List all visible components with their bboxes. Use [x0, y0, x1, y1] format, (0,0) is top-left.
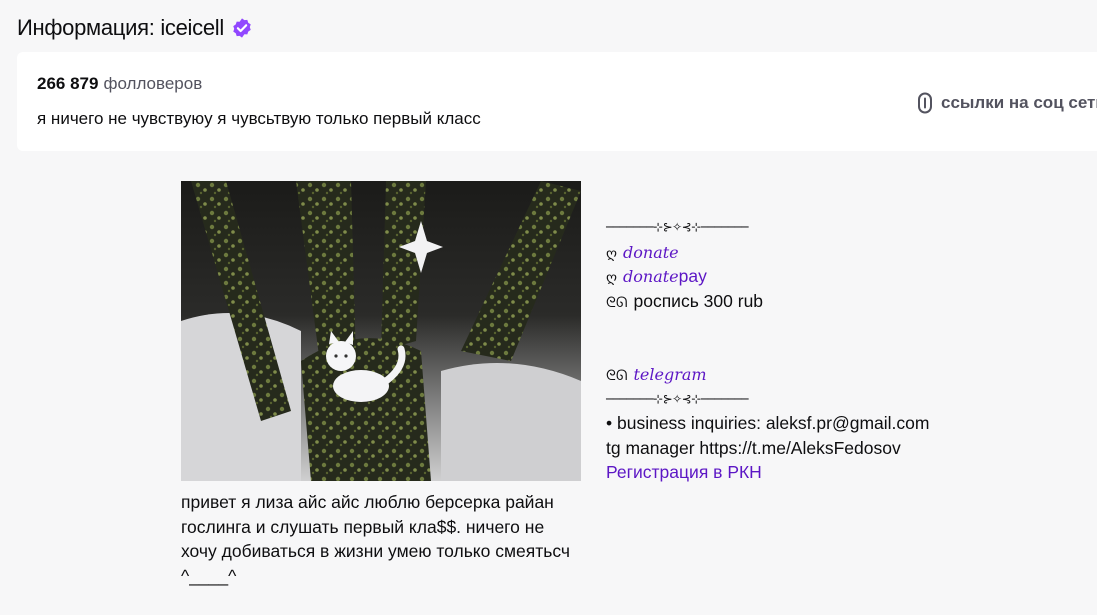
donate-link[interactable]: donate	[623, 243, 679, 262]
followers-count: 266 879 фолловеров	[37, 74, 202, 94]
verified-badge-icon	[233, 18, 251, 38]
rkn-registration-link[interactable]: Регистрация в РКН	[606, 462, 762, 482]
heart-glyph-icon: ღ	[606, 270, 618, 286]
channel-bio: я ничего не чувствуюу я чувсьтвую только…	[37, 109, 481, 128]
social-links-label: ссылки на соц сети	[941, 93, 1097, 112]
snow-cat-tree-photo	[181, 181, 581, 481]
telegram-link[interactable]: telegram	[633, 365, 706, 384]
social-links-button[interactable]: ссылки на соц сети	[917, 92, 1097, 114]
divider-bottom: ───────⊹⊱✧⊰⊹───────	[606, 391, 748, 406]
telegram-line: ᘓᘏ telegram	[606, 362, 1086, 387]
panel-image[interactable]	[181, 181, 581, 481]
donatepay-prefix: donate	[623, 267, 679, 286]
signature-line: ᘓᘏ роспись 300 rub	[606, 289, 1086, 314]
rkn-line: Регистрация в РКН	[606, 460, 1086, 485]
followers-number: 266 879	[37, 74, 99, 93]
business-inquiries: • business inquiries: aleksf.pr@gmail.co…	[606, 413, 930, 433]
links-panel: ───────⊹⊱✧⊰⊹─────── ღ donate ღ donatepay ᘓ…	[606, 215, 1086, 485]
channel-info-card: 266 879 фолловеров я ничего не чувствуюу …	[17, 52, 1097, 151]
followers-label: фолловеров	[103, 74, 203, 93]
donate-line: ღ donate	[606, 240, 1086, 265]
donatepay-line: ღ donatepay	[606, 264, 1086, 289]
donatepay-link[interactable]: donatepay	[623, 266, 707, 286]
page-header: Информация: iceicell	[17, 15, 253, 41]
tg-manager: tg manager https://t.me/AleksFedosov	[606, 437, 901, 458]
divider-top: ───────⊹⊱✧⊰⊹───────	[606, 220, 748, 234]
panel-description: привет я лиза айс айс люблю берсерка рай…	[181, 492, 571, 586]
signature-text: роспись 300 rub	[633, 290, 764, 311]
about-page: Информация: iceicell 266 879 фолловеров я…	[0, 0, 1097, 615]
heart-glyph-icon: ღ	[606, 245, 618, 262]
link-icon	[918, 92, 932, 114]
page-title: Информация: iceicell	[17, 15, 224, 40]
bow-glyph-icon: ᘓᘏ	[606, 368, 628, 384]
bow-glyph-icon: ᘓᘏ	[606, 294, 628, 311]
donatepay-suffix: pay	[678, 266, 707, 286]
